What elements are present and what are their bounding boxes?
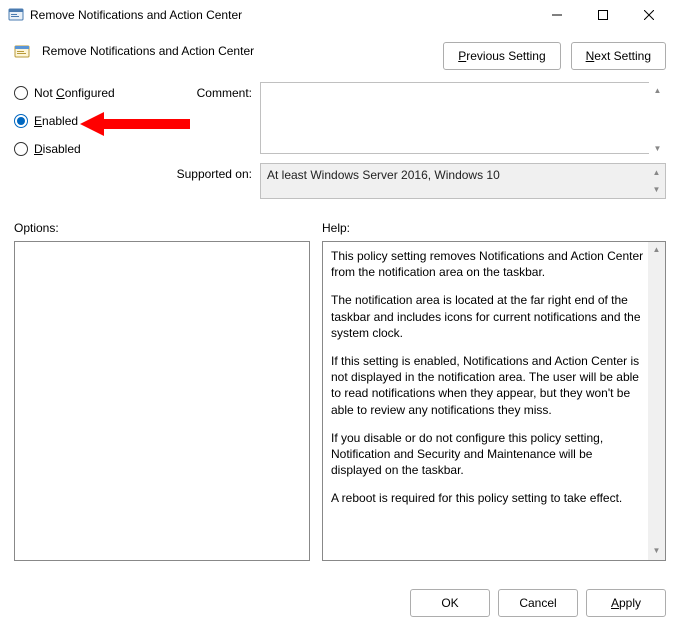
supported-on-value: At least Windows Server 2016, Windows 10 bbox=[267, 168, 500, 182]
help-panel: This policy setting removes Notification… bbox=[322, 241, 666, 561]
policy-editor-icon bbox=[8, 7, 24, 23]
titlebar: Remove Notifications and Action Center bbox=[0, 0, 680, 30]
not-configured-radio[interactable]: Not Configured bbox=[14, 86, 164, 100]
radio-label: Disabled bbox=[34, 142, 81, 156]
nav-buttons: Previous Setting Next Setting bbox=[443, 42, 666, 70]
help-paragraph: This policy setting removes Notification… bbox=[331, 248, 645, 280]
disabled-radio[interactable]: Disabled bbox=[14, 142, 164, 156]
help-label: Help: bbox=[322, 221, 350, 235]
comment-label: Comment: bbox=[172, 82, 252, 100]
help-paragraph: If this setting is enabled, Notification… bbox=[331, 353, 645, 418]
header-section: Remove Notifications and Action Center P… bbox=[0, 30, 680, 78]
scroll-down-icon[interactable]: ▼ bbox=[648, 181, 665, 198]
scroll-down-icon[interactable]: ▼ bbox=[648, 543, 665, 560]
supported-on-label: Supported on: bbox=[172, 163, 252, 181]
comment-field-wrap: ▲ ▼ bbox=[260, 82, 666, 157]
next-setting-button[interactable]: Next Setting bbox=[571, 42, 666, 70]
panel-labels: Options: Help: bbox=[0, 209, 680, 241]
options-label: Options: bbox=[14, 221, 310, 235]
help-paragraph: A reboot is required for this policy set… bbox=[331, 490, 645, 506]
supported-scrollbar[interactable]: ▲ ▼ bbox=[648, 164, 665, 198]
comment-textarea[interactable] bbox=[260, 82, 666, 154]
ok-button[interactable]: OK bbox=[410, 589, 490, 617]
scroll-up-icon[interactable]: ▲ bbox=[649, 82, 666, 99]
enabled-radio[interactable]: Enabled bbox=[14, 114, 164, 128]
minimize-button[interactable] bbox=[534, 0, 580, 30]
help-paragraph: If you disable or do not configure this … bbox=[331, 430, 645, 479]
close-button[interactable] bbox=[626, 0, 672, 30]
cancel-button[interactable]: Cancel bbox=[498, 589, 578, 617]
previous-setting-button[interactable]: Previous Setting bbox=[443, 42, 560, 70]
scroll-down-icon[interactable]: ▼ bbox=[649, 140, 666, 157]
policy-icon bbox=[14, 44, 30, 60]
radio-icon bbox=[14, 114, 28, 128]
scroll-up-icon[interactable]: ▲ bbox=[648, 164, 665, 181]
help-scrollbar[interactable]: ▲ ▼ bbox=[648, 242, 665, 560]
radio-label: Enabled bbox=[34, 114, 78, 128]
supported-on-field: At least Windows Server 2016, Windows 10… bbox=[260, 163, 666, 199]
comment-scrollbar[interactable]: ▲ ▼ bbox=[649, 82, 666, 157]
radio-icon bbox=[14, 86, 28, 100]
configuration-section: Not Configured Enabled Disabled Comment:… bbox=[0, 78, 680, 209]
help-paragraph: The notification area is located at the … bbox=[331, 292, 645, 341]
radio-label: Not Configured bbox=[34, 86, 115, 100]
radio-icon bbox=[14, 142, 28, 156]
window-title: Remove Notifications and Action Center bbox=[30, 8, 534, 22]
state-radio-group: Not Configured Enabled Disabled bbox=[14, 82, 164, 156]
dialog-footer: OK Cancel Apply bbox=[410, 589, 666, 617]
policy-title: Remove Notifications and Action Center bbox=[42, 42, 431, 58]
panels-row: This policy setting removes Notification… bbox=[0, 241, 680, 561]
window-controls bbox=[534, 0, 672, 30]
scroll-up-icon[interactable]: ▲ bbox=[648, 242, 665, 259]
options-panel bbox=[14, 241, 310, 561]
apply-button[interactable]: Apply bbox=[586, 589, 666, 617]
maximize-button[interactable] bbox=[580, 0, 626, 30]
